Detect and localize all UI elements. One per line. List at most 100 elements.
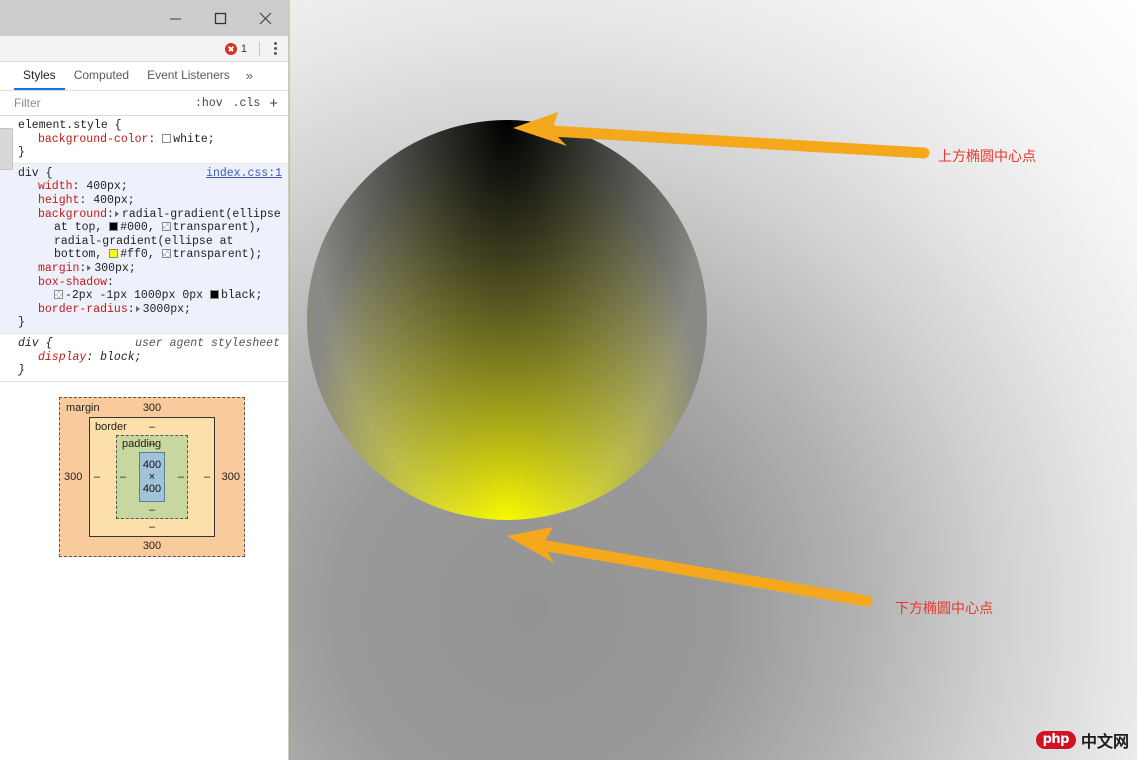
val-background-line3: radial-gradient(ellipse at [54,234,234,248]
color-swatch-yellow-icon[interactable] [109,249,119,259]
declaration-box-shadow[interactable]: box-shadow: [0,276,288,290]
background-line4: bottom, #ff0, transparent); [0,248,288,262]
declaration-width[interactable]: width: 400px; [0,180,288,194]
devtools-tabstrip: Styles Computed Event Listeners » [0,62,288,91]
hov-toggle-button[interactable]: :hov [190,97,228,110]
prop-height: height [38,193,80,207]
ua-close: } [18,364,25,378]
devtools-window: 1 Styles Computed Event Listeners » :hov… [0,0,289,760]
div-rule-close: } [18,316,25,330]
toolbar-divider [259,41,260,56]
padding-right-value[interactable]: – [178,471,184,483]
declaration-border-radius[interactable]: border-radius: 3000px; [0,303,288,317]
color-swatch-black-icon[interactable] [109,222,119,232]
devtools-toolbar: 1 [0,36,288,62]
watermark-php-badge: php [1035,731,1076,749]
color-swatch-transparent-icon[interactable] [161,222,171,232]
panel-drawer-handle[interactable] [0,128,13,170]
border-bottom-value[interactable]: – [90,521,214,533]
top-ellipse-center-label: 上方椭圆中心点 [938,149,1036,165]
comma-2: , [147,248,162,262]
val-display: block; [100,350,142,364]
filter-input[interactable] [14,96,191,110]
error-count-badge[interactable]: 1 [224,42,247,55]
box-model-padding[interactable]: padding – – – – 400 × 400 [116,434,188,519]
shadow-swatch-icon[interactable] [54,290,63,300]
colon: : [148,132,163,146]
box-model-border[interactable]: border – – – – padding – – – – 400 × 400 [89,416,215,537]
stylesheet-origin-link[interactable]: index.css:1 [206,167,282,181]
prop-box-shadow: box-shadow [38,275,108,289]
rule-div-authored[interactable]: div { index.css:1 width: 400px; height: … [0,163,288,334]
border-left-value[interactable]: – [94,471,100,483]
prop-border-radius: border-radius [38,302,128,316]
expand-triangle-icon[interactable] [114,210,119,217]
ua-stylesheet-origin: user agent stylesheet [135,336,280,350]
box-model-diagram: margin 300 300 300 300 border – – – – pa… [59,396,245,760]
declaration-background[interactable]: background: radial-gradient(ellipse [0,208,288,222]
declaration-margin[interactable]: margin: 300px; [0,262,288,276]
tab-styles[interactable]: Styles [14,62,65,90]
background-line3: radial-gradient(ellipse at [0,235,288,249]
val-height: 400px; [93,193,135,207]
tab-computed[interactable]: Computed [65,62,138,90]
val-background-line1: radial-gradient(ellipse [121,207,281,221]
bottom-ellipse-center-label: 下方椭圆中心点 [895,601,993,617]
margin-left-value[interactable]: 300 [64,471,82,483]
val-transparent-1: transparent), [172,221,263,235]
prop-background-color: background-color [38,132,149,146]
val-background-at-top: at top, [54,221,110,235]
kebab-menu-icon[interactable] [266,39,284,59]
margin-top-value[interactable]: 300 [60,402,244,414]
val-color-ff0: #ff0 [120,248,148,262]
prop-background: background [38,207,108,221]
expand-triangle-radius-icon[interactable] [135,305,140,312]
box-model-section: margin 300 300 300 300 border – – – – pa… [0,382,288,760]
minimize-icon[interactable] [153,0,198,36]
tab-overflow-chevron-icon[interactable]: » [239,62,260,90]
screenshot-root: 上方椭圆中心点 下方椭圆中心点 php 中文网 1 Styles Compute… [0,0,1137,760]
prop-display: display [38,350,87,364]
box-shadow-value: -2px -1px 1000px 0px black; [0,289,288,303]
border-top-value[interactable]: – [90,421,214,433]
val-margin: 300px; [94,261,136,275]
color-swatch-transparent-2-icon[interactable] [161,249,171,259]
window-titlebar [0,0,288,36]
new-style-rule-button[interactable]: + [265,96,284,111]
cls-toggle-button[interactable]: .cls [228,97,266,110]
val-background-at-bottom: bottom, [54,248,110,262]
element-style-selector: element.style { [18,119,122,132]
close-icon[interactable] [243,0,288,36]
background-line2: at top, #000, transparent), [0,221,288,235]
semicolon: ; [207,132,215,146]
maximize-icon[interactable] [198,0,243,36]
color-swatch-black-shadow-icon[interactable] [209,290,219,300]
margin-bottom-value[interactable]: 300 [60,540,244,552]
val-box-shadow: -2px -1px 1000px 0px [65,289,210,303]
padding-bottom-value[interactable]: – [117,504,187,516]
gradient-sphere-div [307,120,707,520]
tab-event-listeners[interactable]: Event Listeners [138,62,239,90]
declaration-height[interactable]: height: 400px; [0,194,288,208]
val-border-radius: 3000px; [142,302,191,316]
styles-filter-bar: :hov .cls + [0,91,288,116]
prop-margin: margin [38,261,80,275]
margin-right-value[interactable]: 300 [222,471,240,483]
declaration-background-color[interactable]: background-color: white; [0,133,288,147]
watermark: php 中文网 [1035,728,1129,752]
color-swatch-white-icon[interactable] [162,133,172,143]
styles-pane: element.style { background-color: white;… [0,116,288,383]
comma-1: , [147,221,162,235]
padding-left-value[interactable]: – [120,471,126,483]
expand-triangle-margin-icon[interactable] [87,264,92,271]
border-right-value[interactable]: – [204,471,210,483]
box-model-margin[interactable]: margin 300 300 300 300 border – – – – pa… [59,396,245,557]
box-model-content-size[interactable]: 400 × 400 [139,451,165,502]
error-circle-icon [224,42,237,55]
val-transparent-2: transparent); [172,248,263,262]
rule-element-style[interactable]: element.style { background-color: white;… [0,116,288,164]
prop-width: width [38,180,73,194]
val-color-000: #000 [120,221,148,235]
rule-user-agent[interactable]: div { user agent stylesheet display: blo… [0,333,288,381]
padding-top-value[interactable]: – [117,438,187,450]
